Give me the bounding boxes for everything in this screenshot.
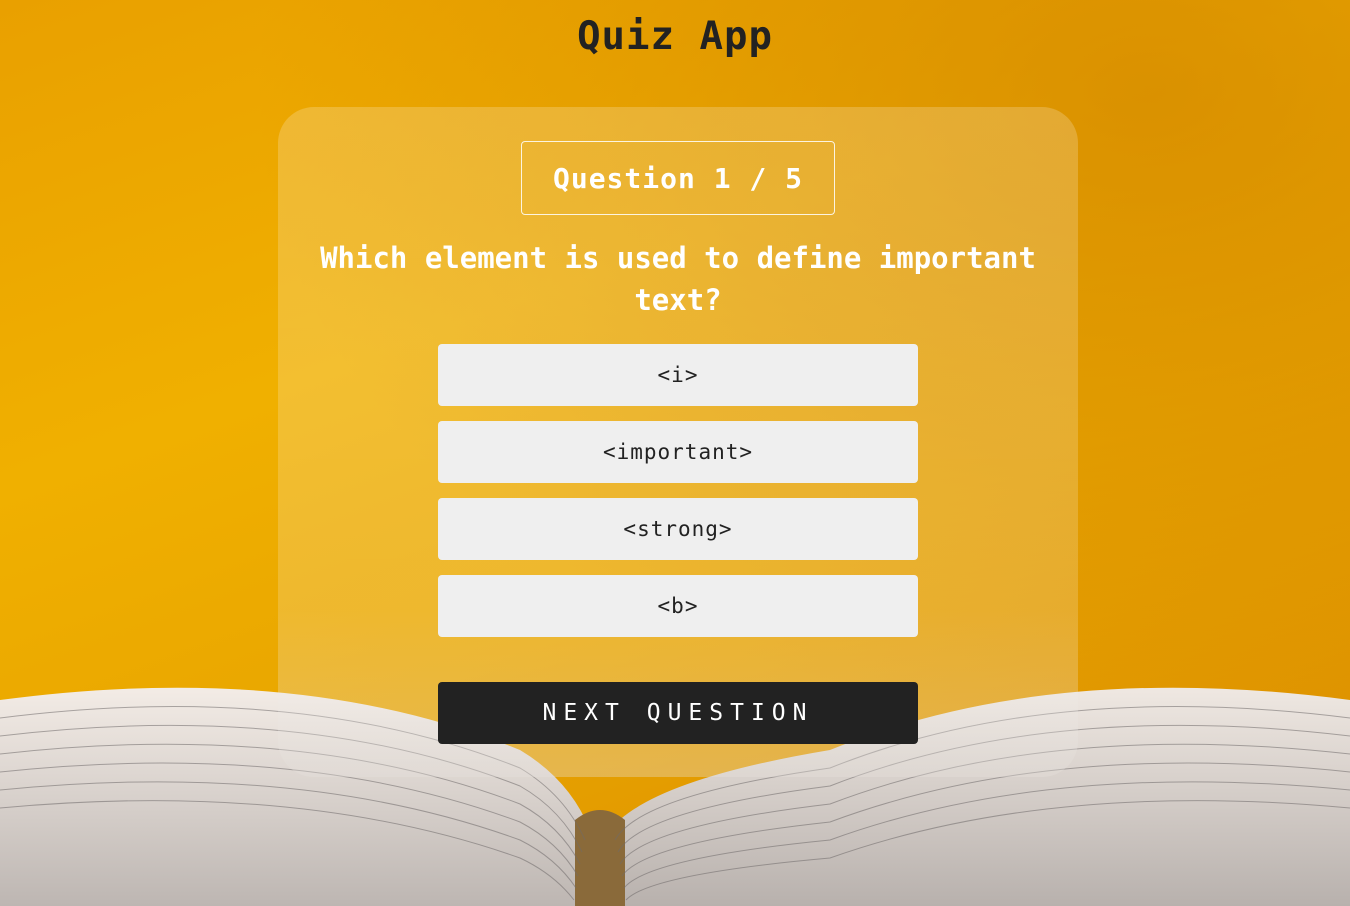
answer-option-i[interactable]: <i> [438, 344, 918, 406]
question-text: Which element is used to define importan… [320, 241, 1036, 317]
next-question-button[interactable]: NEXT QUESTION [438, 682, 918, 744]
answer-option-b[interactable]: <b> [438, 575, 918, 637]
page-title: Quiz App [577, 14, 773, 59]
answer-list: <i> <important> <strong> <b> [438, 344, 918, 652]
quiz-card: Question 1 / 5 Which element is used to … [278, 107, 1078, 777]
answer-option-strong[interactable]: <strong> [438, 498, 918, 560]
answer-option-important[interactable]: <important> [438, 421, 918, 483]
question-counter: Question 1 / 5 [521, 141, 835, 215]
